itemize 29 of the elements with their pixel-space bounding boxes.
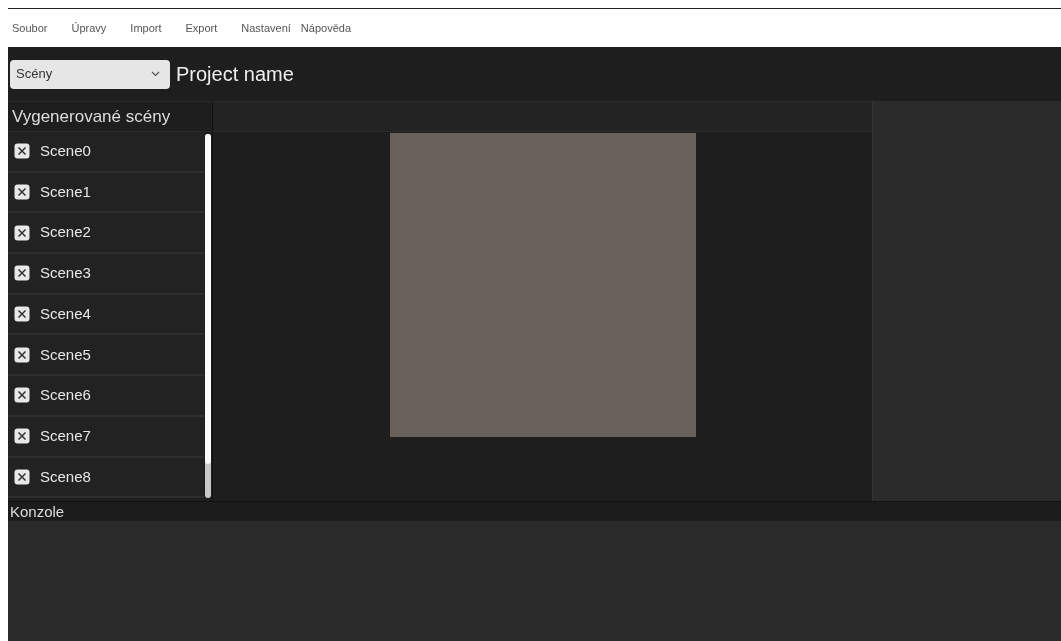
scene-label: Scene4: [40, 303, 91, 324]
scrollbar[interactable]: [204, 134, 212, 498]
console-title: Konzole: [8, 501, 1061, 521]
checkbox[interactable]: [14, 387, 30, 404]
scene-label: Scene8: [40, 466, 91, 487]
scene-label: Scene7: [40, 425, 91, 446]
chevron-down-icon: [151, 71, 160, 77]
menu-item[interactable]: Úpravy: [71, 19, 107, 37]
checkbox[interactable]: [14, 428, 30, 445]
scene-dropdown[interactable]: Scény: [10, 59, 170, 89]
scene-label: Scene1: [40, 181, 91, 202]
checkbox[interactable]: [14, 306, 30, 323]
menu-item[interactable]: Nápověda: [300, 19, 351, 37]
checkbox[interactable]: [14, 224, 30, 241]
menu-item[interactable]: Soubor: [12, 19, 48, 37]
scene-label: Scene5: [40, 344, 91, 365]
scene-label: Scene3: [40, 263, 91, 284]
checkbox[interactable]: [14, 265, 30, 282]
menu-item[interactable]: Import: [130, 19, 162, 37]
checkbox[interactable]: [14, 346, 30, 363]
checkbox[interactable]: [14, 184, 30, 201]
menu-item[interactable]: Nastavení: [241, 19, 291, 37]
scene-label: Scene2: [40, 222, 91, 243]
checkbox[interactable]: [14, 143, 30, 160]
scene-label: Scene6: [40, 385, 91, 406]
menu-item[interactable]: Export: [185, 19, 218, 37]
project-name: Project name: [176, 62, 294, 87]
scene-label: Scene0: [40, 141, 91, 162]
checkbox[interactable]: [14, 468, 30, 485]
